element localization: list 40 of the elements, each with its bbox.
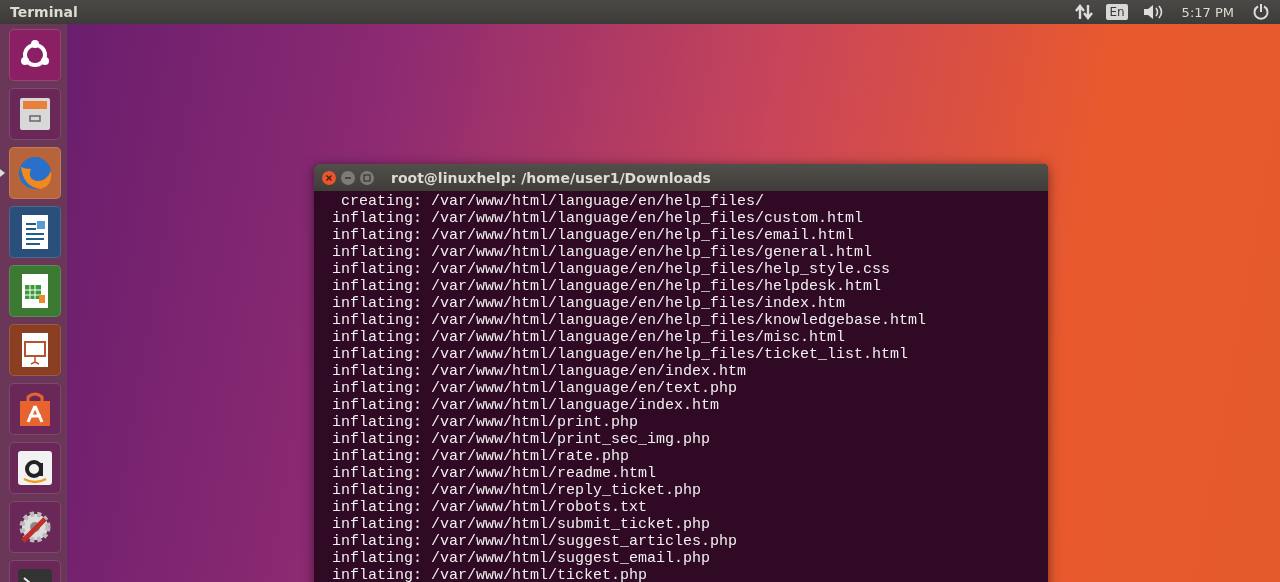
launcher-button[interactable] [9,324,61,376]
power-icon[interactable] [1252,3,1270,21]
terminal-output-line: inflating: /var/www/html/suggest_email.php [331,550,712,567]
clock[interactable]: 5:17 PM [1181,4,1234,20]
terminal-output-line: inflating: /var/www/html/language/en/help_files/help_style.css [331,261,892,278]
keyboard-layout-indicator[interactable]: En [1106,4,1128,20]
letter-a-icon [15,448,55,488]
terminal-output-line: inflating: /var/www/html/language/en/help_files/general.html [331,244,874,261]
launcher-button[interactable] [9,88,61,140]
close-icon[interactable] [322,170,336,185]
terminal-output-line: inflating: /var/www/html/language/en/help_files/knowledgebase.html [331,312,928,329]
app-title: Terminal [10,4,78,20]
launcher-button[interactable] [9,383,61,435]
volume-icon[interactable] [1141,3,1164,21]
terminal-output-line: inflating: /var/www/html/print.php [331,414,640,431]
launcher-button[interactable] [9,206,61,258]
launcher-button[interactable] [9,29,61,81]
terminal-output-line: inflating: /var/www/html/submit_ticket.php [331,516,712,533]
window-title: root@linuxhelp: /home/user1/Downloads [391,169,711,186]
launcher-button[interactable] [9,501,61,553]
terminal-output-line: inflating: /var/www/html/ticket.php [331,567,649,582]
terminal-output-line: creating: /var/www/html/language/en/help_files/ [340,193,766,210]
terminal-output-line: inflating: /var/www/html/print_sec_img.php [331,431,712,448]
terminal-output-line: inflating: /var/www/html/suggest_articles.php [331,533,739,550]
terminal-output-line: inflating: /var/www/html/language/en/index.htm [331,363,748,380]
terminal-output-line: inflating: /var/www/html/language/en/help_files/email.html [331,227,856,244]
terminal-output-line: inflating: /var/www/html/language/index.htm [331,397,721,414]
terminal-output-line: inflating: /var/www/html/language/en/help_files/custom.html [331,210,865,227]
terminal-output-line: inflating: /var/www/html/language/en/text.php [331,380,739,397]
terminal-output-line: inflating: /var/www/html/reply_ticket.php [331,482,703,499]
network-arrows-icon[interactable] [1074,3,1095,21]
terminal-output-line: inflating: /var/www/html/language/en/help_files/index.htm [331,295,847,312]
terminal-output-line: inflating: /var/www/html/language/en/help_files/helpdesk.html [331,278,883,295]
terminal-output-line: inflating: /var/www/html/language/en/help_files/ticket_list.html [331,346,910,363]
launcher-button[interactable] [9,442,61,494]
terminal-output-line: inflating: /var/www/html/language/en/help_files/misc.html [331,329,847,346]
terminal-output-line: inflating: /var/www/html/rate.php [331,448,631,465]
terminal-output-line: inflating: /var/www/html/robots.txt [331,499,649,516]
maximize-icon[interactable] [360,170,374,185]
terminal-output-line: inflating: /var/www/html/readme.html [331,465,658,482]
